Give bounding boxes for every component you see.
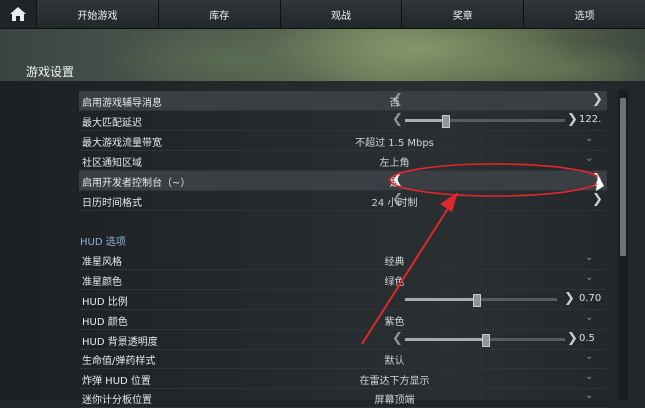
setting-label: HUD 比例: [82, 297, 128, 308]
home-icon: [10, 7, 26, 21]
scrollbar[interactable]: [618, 90, 628, 400]
setting-label: 社区通知区域: [82, 158, 142, 169]
setting-label: 炸弹 HUD 位置: [82, 376, 151, 387]
setting-row-max-matchmaking-ping[interactable]: 最大匹配延迟 ❮ ❯ 122.: [79, 111, 607, 131]
setting-label: 生命值/弹药样式: [82, 356, 156, 367]
arrow-right-icon[interactable]: ❯: [567, 112, 578, 127]
setting-label: 准星风格: [82, 257, 122, 268]
slider-value: 0.70: [579, 293, 602, 304]
setting-label: 最大匹配延迟: [82, 118, 142, 129]
tab-play[interactable]: 开始游戏: [37, 0, 159, 28]
setting-label: HUD 颜色: [82, 317, 128, 328]
setting-value: 不超过 1.5 Mbps: [355, 138, 434, 149]
arrow-right-icon[interactable]: ❯: [592, 192, 603, 207]
slider-value: 0.5: [579, 333, 595, 344]
setting-row-crosshair-style[interactable]: 准星风格 经典 ⌄: [79, 250, 607, 270]
home-button[interactable]: [0, 0, 37, 28]
chevron-down-icon[interactable]: ⌄: [585, 390, 593, 401]
chevron-down-icon[interactable]: ⌄: [585, 351, 593, 362]
setting-row-crosshair-color[interactable]: 准星颜色 绿色 ⌄: [79, 270, 607, 290]
setting-row-tutor-messages[interactable]: 启用游戏辅导消息 ❮ 否 ❯: [79, 91, 607, 111]
hud-scale-slider[interactable]: [405, 294, 557, 307]
tab-awards[interactable]: 奖章: [402, 0, 525, 28]
top-nav: 开始游戏 库存 观战 奖章 选项: [0, 0, 645, 29]
setting-row-hud-background-alpha[interactable]: HUD 背景透明度 ❮ ❯ 0.5: [79, 330, 607, 350]
chevron-down-icon[interactable]: ⌄: [585, 252, 593, 263]
slider-fill: [405, 298, 477, 301]
chevron-down-icon[interactable]: ⌄: [585, 371, 593, 382]
setting-value: 在雷达下方显示: [359, 376, 430, 387]
arrow-left-icon[interactable]: ❮: [392, 331, 403, 346]
scrollbar-thumb[interactable]: [620, 98, 626, 256]
setting-value: 紫色: [384, 317, 405, 328]
setting-row-mini-scoreboard-position[interactable]: 迷你计分板位置 屏幕顶端 ⌄: [79, 388, 607, 408]
arrow-left-icon[interactable]: ❮: [392, 112, 403, 127]
chevron-down-icon[interactable]: ⌄: [585, 272, 593, 283]
setting-row-bomb-hud-position[interactable]: 炸弹 HUD 位置 在雷达下方显示 ⌄: [79, 369, 607, 389]
setting-row-community-notification[interactable]: 社区通知区域 左上角 ⌄: [79, 151, 607, 171]
setting-label: 迷你计分板位置: [82, 395, 152, 406]
chevron-down-icon[interactable]: ⌄: [585, 133, 593, 144]
slider-handle[interactable]: [482, 334, 490, 347]
setting-row-hud-scale[interactable]: HUD 比例 ❯ 0.70: [79, 290, 607, 310]
slider-value: 122.: [579, 114, 602, 125]
setting-label: 准星颜色: [82, 277, 122, 288]
slider-fill: [405, 119, 445, 122]
setting-label: 日历时间格式: [82, 198, 142, 209]
setting-value: 绿色: [384, 277, 405, 288]
setting-row-hud-color[interactable]: HUD 颜色 紫色 ⌄: [79, 310, 607, 330]
setting-row-max-bandwidth[interactable]: 最大游戏流量带宽 不超过 1.5 Mbps ⌄: [79, 131, 607, 151]
setting-label: 启用游戏辅导消息: [82, 98, 162, 109]
arrow-right-icon[interactable]: ❯: [567, 331, 578, 346]
setting-row-calendar-format[interactable]: 日历时间格式 ❮ 24 小时制 ❯: [79, 191, 607, 211]
slider-handle[interactable]: [442, 115, 450, 128]
setting-value: 左上角: [379, 158, 410, 169]
chevron-down-icon[interactable]: ⌄: [585, 153, 593, 164]
tab-inventory[interactable]: 库存: [158, 0, 281, 28]
setting-value: 是: [389, 178, 400, 189]
setting-value: 24 小时制: [371, 198, 418, 209]
setting-label: HUD 背景透明度: [82, 337, 158, 348]
slider-handle[interactable]: [473, 294, 482, 307]
tab-options[interactable]: 选项: [524, 0, 645, 28]
hud-alpha-slider[interactable]: [405, 334, 565, 347]
setting-label: 最大游戏流量带宽: [82, 138, 162, 149]
setting-value: 否: [389, 98, 400, 109]
setting-row-health-ammo-style[interactable]: 生命值/弹药样式 默认 ⌄: [79, 349, 607, 369]
setting-row-developer-console[interactable]: 启用开发者控制台（~） ❮ 是 ❯: [79, 171, 607, 191]
setting-value: 屏幕顶端: [374, 395, 415, 406]
slider-fill: [405, 338, 485, 341]
chevron-down-icon[interactable]: ⌄: [585, 312, 593, 323]
arrow-right-icon[interactable]: ❯: [592, 172, 603, 187]
setting-label: 启用开发者控制台（~）: [82, 178, 191, 189]
setting-value: 经典: [384, 257, 405, 268]
ping-slider[interactable]: [405, 115, 565, 128]
arrow-right-icon[interactable]: ❯: [564, 291, 575, 306]
page-title: 游戏设置: [26, 65, 75, 79]
arrow-right-icon[interactable]: ❯: [592, 92, 603, 107]
header-banner: 游戏设置: [0, 29, 645, 81]
setting-value: 默认: [384, 356, 405, 367]
hud-section-title: HUD 选项: [80, 237, 126, 248]
tab-watch[interactable]: 观战: [280, 0, 403, 28]
